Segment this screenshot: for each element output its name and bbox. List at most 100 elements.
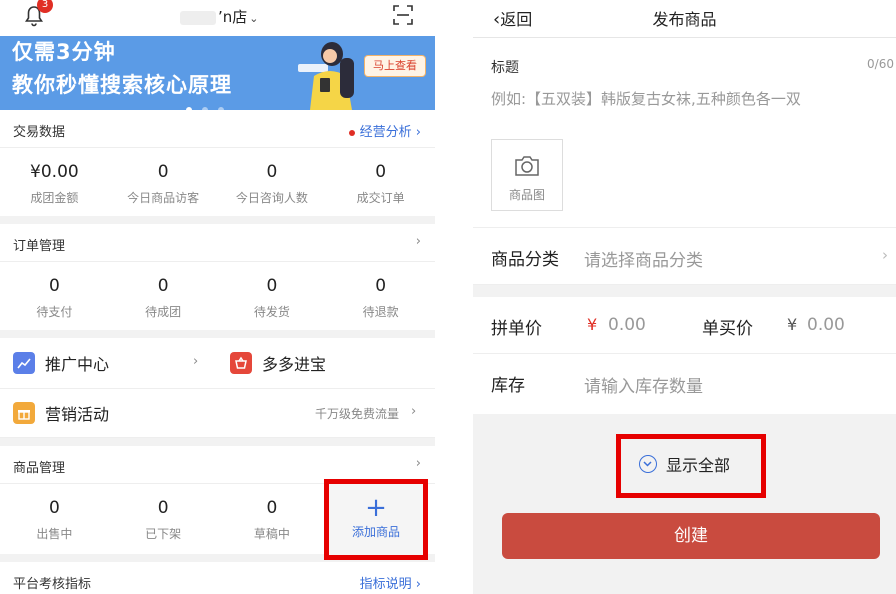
trade-stats: ¥0.00 成团金额 0 今日商品访客 0 今日咨询人数 0 成交订单 (0, 148, 435, 216)
section-divider (0, 438, 435, 446)
section-divider (473, 285, 896, 297)
price-row: 拼单价 ¥ 0.00 单买价 ¥ 0.00 (473, 297, 896, 354)
top-bar: 3 ʼn店 ⌄ (0, 0, 435, 36)
carousel-dots (186, 98, 234, 110)
title-field-section: 标题 0/60 例如:【五双装】韩版复古女袜,五种颜色各一双 商品图 (473, 38, 896, 228)
expand-circle-icon (639, 455, 657, 473)
banner-view-button[interactable]: 马上查看 (364, 55, 426, 77)
shop-name: ʼn店 (218, 8, 248, 26)
banner-line-2: 教你秒懂搜索核心原理 (12, 73, 232, 97)
stat-value: ¥0.00 (30, 162, 79, 182)
section-divider (0, 216, 435, 224)
shop-switcher[interactable]: ʼn店 ⌄ (180, 6, 259, 27)
section-divider (0, 330, 435, 338)
business-analysis-label: 经营分析 › (359, 125, 421, 140)
order-management-title: 订单管理 (13, 239, 66, 254)
product-image-label: 商品图 (508, 188, 545, 202)
show-all-label: 显示全部 (666, 456, 731, 475)
stock-input[interactable]: 请输入库存数量 (584, 372, 703, 397)
duoduo-treasure-item[interactable]: 多多进宝 (230, 338, 420, 388)
create-button[interactable]: 创建 (502, 513, 880, 559)
chevron-right-icon: › (415, 456, 421, 471)
stat-orders[interactable]: 0 成交订单 (326, 148, 435, 216)
trade-data-title: 交易数据 (13, 125, 66, 140)
marketing-activity-label: 营销活动 (45, 405, 110, 424)
promotion-center-item[interactable]: 推广中心 › (13, 338, 203, 388)
stat-value: 0 (157, 498, 169, 518)
stat-label: 今日咨询人数 (235, 191, 308, 205)
chart-icon (13, 352, 35, 374)
chevron-down-icon: ⌄ (249, 12, 259, 25)
stat-label: 成交订单 (356, 191, 405, 205)
product-image-upload[interactable]: 商品图 (491, 139, 563, 211)
order-management-header[interactable]: 订单管理 › (0, 224, 435, 262)
stat-value: 0 (266, 498, 278, 518)
stock-label: 库存 (491, 376, 525, 396)
promo-banner[interactable]: 仅需3分钟 教你秒懂搜索核心原理 马上查看 (0, 36, 435, 110)
metrics-explain-link[interactable]: 指标说明 › (360, 573, 421, 592)
stat-value: 0 (48, 498, 60, 518)
stat-to-ship[interactable]: 0 待发货 (218, 262, 327, 330)
show-all-highlight: 显示全部 (616, 434, 766, 498)
stat-group-amount[interactable]: ¥0.00 成团金额 (0, 148, 109, 216)
stat-to-pay[interactable]: 0 待支付 (0, 262, 109, 330)
stat-drafts[interactable]: 0 草稿中 (218, 484, 327, 554)
chevron-right-icon: › (193, 354, 199, 369)
nav-bar: 发布商品 ‹返回 (473, 0, 896, 38)
group-price-input[interactable]: 0.00 (608, 315, 646, 335)
stat-label: 待成团 (145, 305, 182, 319)
stat-label: 成团金额 (30, 191, 79, 205)
stat-value: 0 (266, 162, 278, 182)
show-all-toggle[interactable]: 显示全部 (639, 452, 730, 476)
panel-gap (435, 0, 473, 594)
trade-data-header: 交易数据 经营分析 › (0, 110, 435, 148)
screenshot-root: 3 ʼn店 ⌄ 仅需3分钟 教你秒懂搜索核心原理 马上查看 交易数据 经营分析 … (0, 0, 896, 594)
goods-management-title: 商品管理 (13, 461, 66, 476)
stat-value: 0 (375, 276, 387, 296)
single-price-label: 单买价 (702, 319, 753, 339)
red-dot-icon (348, 129, 355, 136)
marketing-hint: 千万级免费流量 (315, 407, 400, 421)
stat-to-group[interactable]: 0 待成团 (109, 262, 218, 330)
stat-value: 0 (157, 162, 169, 182)
marketing-activity-item[interactable]: 营销活动 千万级免费流量 › (13, 388, 423, 438)
stat-visitors[interactable]: 0 今日商品访客 (109, 148, 218, 216)
category-row[interactable]: 商品分类 请选择商品分类 › (473, 228, 896, 285)
stat-inquiries[interactable]: 0 今日咨询人数 (218, 148, 327, 216)
gift-icon (13, 402, 35, 424)
stat-delisted[interactable]: 0 已下架 (109, 484, 218, 554)
stat-label: 待退款 (362, 305, 399, 319)
banner-line-1: 仅需3分钟 (12, 40, 116, 64)
publish-product-screen: 发布商品 ‹返回 标题 0/60 例如:【五双装】韩版复古女袜,五种颜色各一双 … (473, 0, 896, 594)
platform-metrics-header: 平台考核指标 指标说明 › (0, 562, 435, 594)
stat-label: 待发货 (253, 305, 290, 319)
stat-label: 已下架 (145, 527, 182, 541)
stat-value: 0 (266, 276, 278, 296)
title-char-count: 0/60 (867, 57, 894, 71)
title-label: 标题 (491, 60, 519, 76)
camera-icon (515, 156, 539, 176)
shop-name-redacted (180, 10, 216, 25)
scan-icon[interactable] (393, 5, 413, 25)
single-price-currency: ¥ (787, 315, 798, 334)
add-product-highlight: + 添加商品 (324, 479, 428, 560)
category-select[interactable]: 请选择商品分类 (584, 246, 703, 271)
stat-to-refund[interactable]: 0 待退款 (326, 262, 435, 330)
business-analysis-link[interactable]: 经营分析 › (348, 121, 421, 140)
single-price-input[interactable]: 0.00 (807, 315, 845, 335)
tools-grid: 推广中心 › 多多进宝 营销活动 千万级免费流量 › (0, 338, 435, 438)
back-button[interactable]: ‹返回 (493, 6, 532, 30)
stat-label: 出售中 (36, 527, 73, 541)
stat-on-sale[interactable]: 0 出售中 (0, 484, 109, 554)
chevron-right-icon: › (415, 234, 421, 249)
category-label: 商品分类 (491, 250, 559, 270)
add-product-button[interactable]: + 添加商品 (329, 484, 423, 555)
stat-value: 0 (48, 276, 60, 296)
stat-label: 待支付 (36, 305, 73, 319)
add-product-label: 添加商品 (351, 525, 400, 539)
duoduo-treasure-label: 多多进宝 (262, 355, 327, 374)
notification-badge: 3 (37, 0, 53, 13)
platform-metrics-title: 平台考核指标 (13, 577, 92, 592)
title-input[interactable]: 例如:【五双装】韩版复古女袜,五种颜色各一双 (491, 88, 801, 109)
back-label: 返回 (500, 10, 533, 29)
